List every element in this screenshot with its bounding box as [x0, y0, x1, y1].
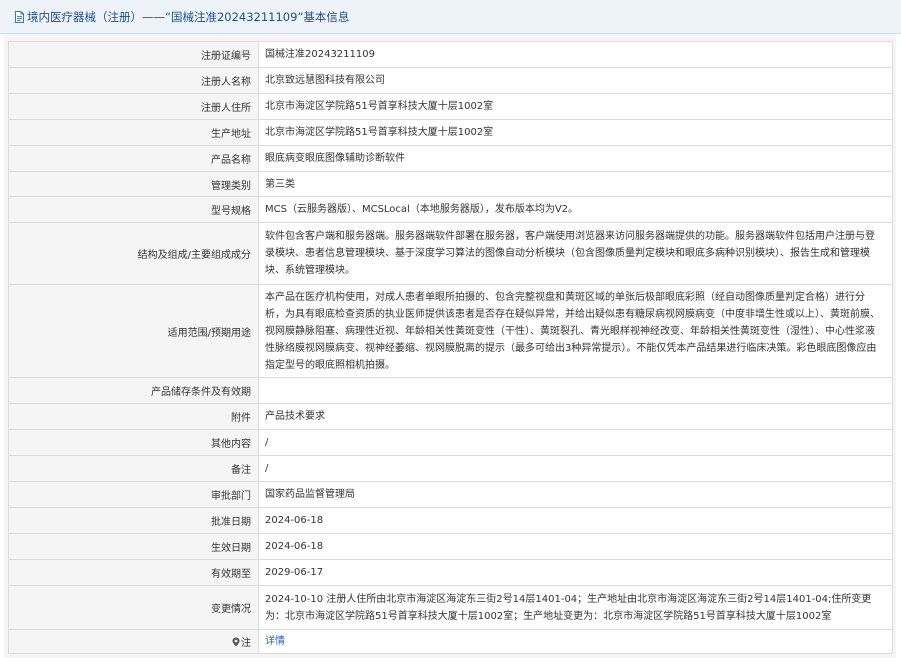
- row-label: 生产地址: [8, 119, 259, 146]
- row-value: 北京致远慧图科技有限公司: [258, 67, 893, 94]
- row-label: 注册人名称: [8, 67, 259, 94]
- row-label: 变更情况: [8, 585, 259, 630]
- table-row: 审批部门 国家药品监督管理局: [8, 481, 893, 508]
- row-value: 软件包含客户端和服务器端。服务器端软件部署在服务器，客户端使用浏览器来访问服务器…: [258, 222, 893, 285]
- row-value: /: [258, 429, 893, 456]
- note-label: 注: [241, 638, 251, 649]
- row-value: 本产品在医疗机构使用，对成人患者单眼所拍摄的、包含完整视盘和黄斑区域的单张后极部…: [258, 284, 893, 378]
- page-header: 境内医疗器械（注册）——“国械注准20243211109”基本信息: [0, 0, 901, 34]
- note-label-cell: 注: [8, 629, 259, 654]
- row-label: 其他内容: [8, 429, 259, 456]
- row-value: MCS（云服务器版）、MCSLocal（本地服务器版），发布版本均为V2。: [258, 196, 893, 223]
- row-value: 第三类: [258, 171, 893, 197]
- table-row: 管理类别 第三类: [8, 171, 893, 197]
- row-value: 北京市海淀区学院路51号首享科技大厦十层1002室: [258, 93, 893, 120]
- row-label: 备注: [8, 455, 259, 482]
- details-link[interactable]: 详情: [265, 636, 285, 647]
- table-row: 有效期至 2029-06-17: [8, 559, 893, 586]
- row-value: 2024-10-10 注册人住所由北京市海淀区海淀东三街2号14层1401-04…: [258, 585, 893, 630]
- row-value: 2024-06-18: [258, 507, 893, 534]
- table-row: 型号规格 MCS（云服务器版）、MCSLocal（本地服务器版），发布版本均为V…: [8, 196, 893, 223]
- pin-icon: [232, 637, 240, 647]
- table-row: 备注 /: [8, 455, 893, 482]
- row-value: 2024-06-18: [258, 533, 893, 560]
- row-label: 管理类别: [8, 171, 259, 197]
- info-table: 注册证编号 国械注准20243211109 注册人名称 北京致远慧图科技有限公司…: [8, 41, 893, 654]
- table-row: 附件 产品技术要求: [8, 403, 893, 430]
- table-row: 其他内容 /: [8, 429, 893, 456]
- table-row: 注册人名称 北京致远慧图科技有限公司: [8, 67, 893, 94]
- table-row: 结构及组成/主要组成成分 软件包含客户端和服务器端。服务器端软件部署在服务器，客…: [8, 222, 893, 285]
- table-row: 注册人住所 北京市海淀区学院路51号首享科技大厦十层1002室: [8, 93, 893, 120]
- row-label: 结构及组成/主要组成成分: [8, 222, 259, 285]
- header-title-wrap: 境内医疗器械（注册）——“国械注准20243211109”基本信息: [14, 10, 349, 24]
- page-title: 境内医疗器械（注册）——“国械注准20243211109”基本信息: [27, 10, 350, 24]
- row-value: 国家药品监督管理局: [258, 481, 893, 508]
- row-label: 注册人住所: [8, 93, 259, 120]
- table-row: 生产地址 北京市海淀区学院路51号首享科技大厦十层1002室: [8, 119, 893, 146]
- row-label: 型号规格: [8, 196, 259, 223]
- row-value: [258, 377, 893, 404]
- info-panel: 注册证编号 国械注准20243211109 注册人名称 北京致远慧图科技有限公司…: [4, 34, 896, 658]
- row-label: 生效日期: [8, 533, 259, 560]
- table-row: 适用范围/预期用途 本产品在医疗机构使用，对成人患者单眼所拍摄的、包含完整视盘和…: [8, 284, 893, 378]
- document-icon: [15, 11, 24, 23]
- row-value: 产品技术要求: [258, 403, 893, 430]
- row-label: 注册证编号: [8, 41, 259, 68]
- table-row: 注册证编号 国械注准20243211109: [8, 41, 893, 68]
- note-row: 注 详情: [8, 629, 893, 654]
- row-label: 产品储存条件及有效期: [8, 377, 259, 404]
- table-row: 产品储存条件及有效期: [8, 377, 893, 404]
- row-label: 附件: [8, 403, 259, 430]
- row-label: 批准日期: [8, 507, 259, 534]
- page: 境内医疗器械（注册）——“国械注准20243211109”基本信息 注册证编号 …: [0, 0, 901, 658]
- row-value: 2029-06-17: [258, 559, 893, 586]
- row-label: 产品名称: [8, 145, 259, 172]
- row-label: 审批部门: [8, 481, 259, 508]
- row-value: 眼底病变眼底图像辅助诊断软件: [258, 145, 893, 172]
- row-value: 北京市海淀区学院路51号首享科技大厦十层1002室: [258, 119, 893, 146]
- row-label: 有效期至: [8, 559, 259, 586]
- table-row: 变更情况 2024-10-10 注册人住所由北京市海淀区海淀东三街2号14层14…: [8, 585, 893, 630]
- note-value: 详情: [258, 629, 893, 654]
- row-label: 适用范围/预期用途: [8, 284, 259, 378]
- row-value: /: [258, 455, 893, 482]
- table-row: 产品名称 眼底病变眼底图像辅助诊断软件: [8, 145, 893, 172]
- table-row: 生效日期 2024-06-18: [8, 533, 893, 560]
- table-row: 批准日期 2024-06-18: [8, 507, 893, 534]
- row-value: 国械注准20243211109: [258, 41, 893, 68]
